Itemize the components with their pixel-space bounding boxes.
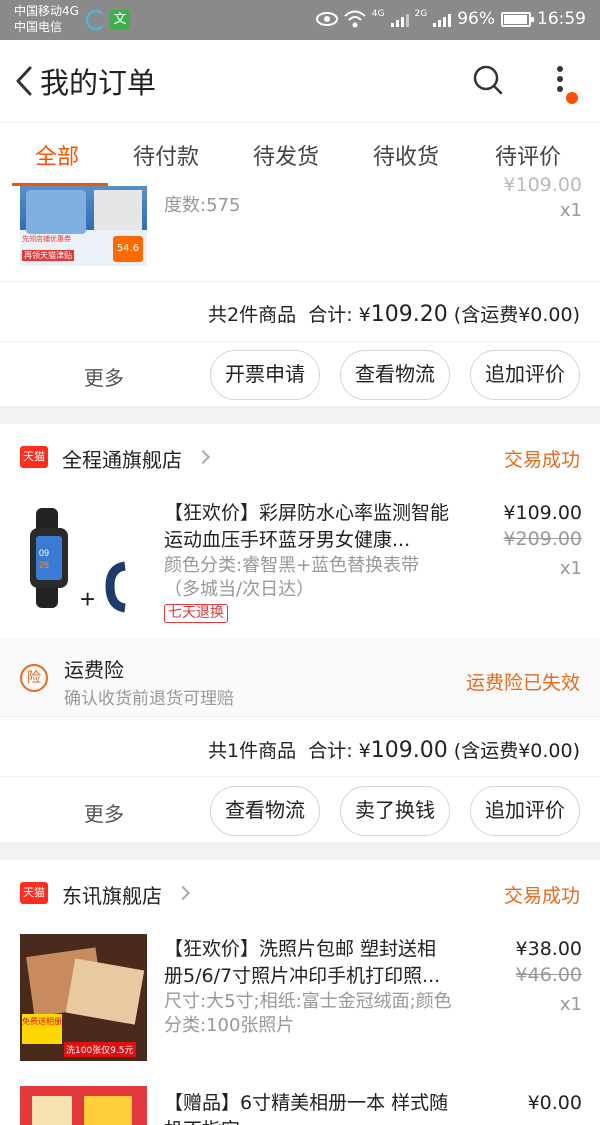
product-price: ¥38.00 [515, 938, 582, 960]
order-card-3[interactable]: 天猫 东讯旗舰店 交易成功 免费送相册 洗100张仅9.5元 【狂欢价】洗照片包… [0, 860, 600, 1125]
product-attributes: 度数:575 [164, 195, 241, 216]
add-review-button[interactable]: 追加评价 [470, 786, 580, 836]
carrier-1: 中国移动4G [14, 4, 79, 18]
battery-percent: 96% [457, 9, 495, 29]
chevron-right-icon[interactable] [195, 449, 211, 465]
product-price: ¥109.00 [503, 174, 582, 196]
order-status: 交易成功 [503, 885, 580, 907]
shipping-insurance-row[interactable]: 险 运费险 确认收货前退货可理赔 运费险已失效 [0, 638, 600, 716]
svg-text:+: + [80, 584, 95, 614]
product-price: ¥109.00 [503, 502, 582, 524]
order-status: 交易成功 [503, 449, 580, 471]
order-card-2[interactable]: 天猫 全程通旗舰店 交易成功 09 28 + 【狂欢价】彩屏防水心率监测智能运动… [0, 424, 600, 842]
more-link[interactable]: 更多 [84, 362, 124, 391]
status-bar: 中国移动4G 中国电信 文 4G 2G 96% 16:59 [0, 0, 600, 40]
battery-icon [501, 11, 534, 27]
clock: 16:59 [537, 9, 586, 29]
svg-text:28: 28 [39, 560, 49, 570]
add-review-button[interactable]: 追加评价 [470, 350, 580, 400]
more-link[interactable]: 更多 [84, 798, 124, 827]
tab-pending-shipment[interactable]: 待发货 [253, 139, 319, 171]
back-arrow-icon[interactable] [10, 62, 40, 100]
wifi-icon [344, 10, 366, 28]
resell-button[interactable]: 卖了换钱 [340, 786, 450, 836]
tmall-logo-icon: 天猫 [20, 882, 48, 904]
gift-product-price: ¥0.00 [527, 1092, 582, 1114]
eye-icon [315, 12, 338, 26]
carrier-info: 中国移动4G 中国电信 [14, 3, 79, 35]
page-title: 我的订单 [40, 66, 157, 100]
order-summary: 共1件商品 合计: ¥109.00 (含运费¥0.00) [208, 738, 580, 763]
title-bar: 我的订单 [0, 40, 600, 122]
product-quantity: x1 [559, 994, 582, 1015]
signal-icon-2 [433, 11, 452, 27]
product-attributes: 颜色分类:睿智黑+蓝色替换表带（多城当/次日达） [164, 555, 420, 600]
insurance-title: 运费险 [64, 658, 124, 682]
order-summary: 共2件商品 合计: ¥109.20 (含运费¥0.00) [208, 302, 580, 327]
order-card-1[interactable]: 先领店铺优惠券 再领天猫津贴 54.6 度数:575 ¥109.00 x1 共2… [0, 174, 600, 406]
invoice-request-button[interactable]: 开票申请 [210, 350, 320, 400]
product-thumbnail: 先领店铺优惠券 再领天猫津贴 54.6 [20, 186, 147, 266]
tab-pending-payment[interactable]: 待付款 [133, 139, 199, 171]
app-notification-icon: 文 [110, 10, 130, 30]
carrier-2: 中国电信 [14, 20, 63, 34]
chevron-right-icon[interactable] [175, 885, 191, 901]
product-quantity: x1 [559, 558, 582, 579]
product-original-price: ¥46.00 [515, 964, 582, 986]
tab-pending-review[interactable]: 待评价 [495, 139, 561, 171]
shop-name[interactable]: 东讯旗舰店 [62, 880, 162, 909]
shop-name[interactable]: 全程通旗舰店 [62, 444, 182, 473]
net-4g-label: 4G [371, 9, 385, 19]
search-icon[interactable] [472, 64, 504, 96]
signal-icon-1 [390, 11, 409, 27]
svg-text:09: 09 [39, 548, 49, 558]
net-2g-label: 2G [414, 9, 428, 19]
sync-icon [86, 10, 106, 30]
product-quantity: x1 [559, 200, 582, 221]
product-thumbnail: 09 28 + [20, 498, 147, 625]
product-title[interactable]: 【狂欢价】彩屏防水心率监测智能运动血压手环蓝牙男女健康... [164, 500, 454, 554]
view-logistics-button[interactable]: 查看物流 [210, 786, 320, 836]
insurance-description: 确认收货前退货可理赔 [64, 689, 234, 709]
return-policy-badge: 七天退换 [164, 604, 228, 623]
notification-dot [566, 92, 578, 104]
product-thumbnail: 免费送相册 洗100张仅9.5元 [20, 934, 147, 1061]
tab-all[interactable]: 全部 [35, 139, 79, 171]
tmall-logo-icon: 天猫 [20, 446, 48, 468]
view-logistics-button[interactable]: 查看物流 [340, 350, 450, 400]
insurance-icon: 险 [20, 664, 48, 692]
gift-product-title[interactable]: 【赠品】6寸精美相册一本 样式随机不指定 [164, 1090, 454, 1125]
tab-pending-receipt[interactable]: 待收货 [373, 139, 439, 171]
insurance-status: 运费险已失效 [465, 672, 580, 694]
product-original-price: ¥209.00 [503, 528, 582, 550]
product-attributes: 尺寸:大5寸;相纸:富士金冠绒面;颜色分类:100张照片 [164, 991, 452, 1036]
product-title[interactable]: 【狂欢价】洗照片包邮 塑封送相册5/6/7寸照片冲印手机打印照... [164, 936, 454, 990]
gift-thumbnail [20, 1086, 147, 1125]
status-right: 4G 2G 96% 16:59 [315, 9, 586, 29]
